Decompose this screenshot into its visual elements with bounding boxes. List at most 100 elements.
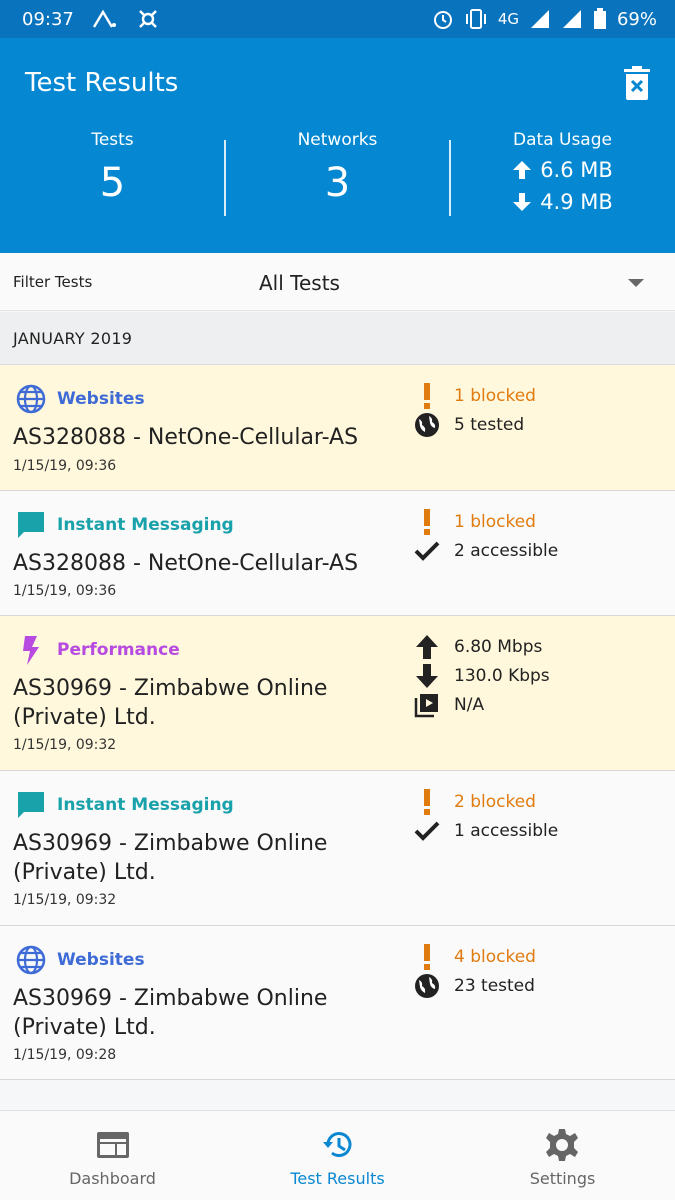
nav-dashboard-label: Dashboard <box>69 1169 156 1188</box>
blocked-count: 1 blocked <box>454 511 536 532</box>
battery-icon <box>593 8 606 29</box>
nav-settings[interactable]: Settings <box>450 1111 675 1200</box>
category-label: Websites <box>57 389 145 409</box>
signal-icon-2 <box>562 10 581 28</box>
tested-count: 23 tested <box>454 975 535 996</box>
test-result-item[interactable]: Instant Messaging AS328088 - NetOne-Cell… <box>0 491 675 616</box>
test-category: Websites <box>15 944 145 976</box>
bottom-navigation: Dashboard Test Results Settings <box>0 1110 675 1200</box>
test-result-item[interactable]: Instant Messaging AS30969 - Zimbabwe Onl… <box>0 771 675 926</box>
download-speed: 130.0 Kbps <box>454 665 550 686</box>
arrow-down-icon <box>416 663 438 688</box>
category-label: Instant Messaging <box>57 795 234 815</box>
video-quality: N/A <box>454 694 485 715</box>
network-name: AS30969 - Zimbabwe Online (Private) Ltd. <box>13 986 328 1040</box>
earth-icon <box>415 412 439 437</box>
network-type: 4G <box>497 10 519 28</box>
checkmark-icon <box>414 541 440 561</box>
exclamation-icon <box>424 788 430 815</box>
arrow-up-icon <box>416 634 438 659</box>
data-usage-label: Data Usage <box>513 130 612 150</box>
results-header: Test Results Tests 5 Networks 3 Data Usa… <box>0 38 675 253</box>
networks-label: Networks <box>297 130 378 150</box>
networks-value: 3 <box>324 160 351 206</box>
arrow-down-icon <box>513 193 532 211</box>
upload-usage: 6.6 MB <box>450 158 675 182</box>
test-category: Websites <box>15 383 145 415</box>
battery-level: 69% <box>616 8 657 30</box>
category-label: Performance <box>57 640 180 660</box>
test-result-item[interactable]: Performance AS30969 - Zimbabwe Online (P… <box>0 616 675 771</box>
alarm-icon <box>433 11 452 29</box>
filter-label: Filter Tests <box>13 273 93 291</box>
data-usage-stat: Data Usage 6.6 MB 4.9 MB <box>450 130 675 214</box>
test-category: Instant Messaging <box>15 509 234 541</box>
network-name: AS328088 - NetOne-Cellular-AS <box>13 425 359 450</box>
test-category: Instant Messaging <box>15 789 234 821</box>
test-summary: 2 blocked 1 accessible <box>413 787 558 845</box>
delete-results-icon[interactable] <box>622 66 652 100</box>
tested-count: 5 tested <box>454 414 525 435</box>
network-name: AS30969 - Zimbabwe Online (Private) Ltd. <box>13 676 328 730</box>
nav-test-results[interactable]: Test Results <box>225 1111 450 1200</box>
network-name: AS328088 - NetOne-Cellular-AS <box>13 551 359 576</box>
exclamation-icon <box>424 508 430 535</box>
stats-summary: Tests 5 Networks 3 Data Usage 6.6 MB 4.9… <box>0 130 675 230</box>
page-title: Test Results <box>25 68 179 98</box>
test-category: Performance <box>15 634 180 666</box>
blocked-count: 1 blocked <box>454 385 536 406</box>
accessible-count: 2 accessible <box>454 540 559 561</box>
earth-icon <box>415 973 439 998</box>
vibrate-icon <box>465 9 486 29</box>
status-time: 09:37 <box>22 8 74 30</box>
video-library-icon <box>414 693 438 717</box>
globe-icon <box>16 384 46 414</box>
filter-tests-select[interactable]: Filter Tests All Tests <box>0 253 675 311</box>
dashboard-icon <box>97 1132 129 1158</box>
chat-bubble-icon <box>18 792 44 818</box>
blocked-count: 4 blocked <box>454 946 536 967</box>
nav-settings-label: Settings <box>529 1169 596 1188</box>
tests-value: 5 <box>99 160 126 206</box>
category-label: Instant Messaging <box>57 515 234 535</box>
month-title: JANUARY 2019 <box>13 329 133 348</box>
history-icon <box>323 1132 352 1157</box>
dropdown-caret-icon[interactable] <box>628 279 644 287</box>
tests-label: Tests <box>91 130 134 150</box>
arrow-up-icon <box>513 161 532 179</box>
test-summary: 4 blocked 23 tested <box>413 942 536 1000</box>
accessible-count: 1 accessible <box>454 820 559 841</box>
performance-summary: 6.80 Mbps 130.0 Kbps N/A <box>413 632 550 719</box>
test-timestamp: 1/15/19, 09:32 <box>13 737 117 753</box>
test-timestamp: 1/15/19, 09:28 <box>13 1047 117 1063</box>
checkmark-icon <box>414 821 440 841</box>
exclamation-icon <box>424 943 430 970</box>
lightning-bolt-icon <box>23 636 39 665</box>
chat-bubble-icon <box>18 512 44 538</box>
test-result-item[interactable]: Websites AS328088 - NetOne-Cellular-AS 1… <box>0 365 675 491</box>
filter-value[interactable]: All Tests <box>259 271 340 295</box>
gear-icon <box>546 1129 578 1161</box>
tests-stat: Tests 5 <box>0 130 225 206</box>
download-usage: 4.9 MB <box>450 190 675 214</box>
status-bar: 09:37 4G 69% <box>0 0 675 38</box>
upload-speed: 6.80 Mbps <box>454 636 543 657</box>
blocked-count: 2 blocked <box>454 791 536 812</box>
test-summary: 1 blocked 5 tested <box>413 381 536 439</box>
category-label: Websites <box>57 950 145 970</box>
networks-stat: Networks 3 <box>225 130 450 206</box>
exclamation-icon <box>424 382 430 409</box>
upload-value: 6.6 MB <box>540 158 613 182</box>
test-timestamp: 1/15/19, 09:32 <box>13 892 117 908</box>
test-summary: 1 blocked 2 accessible <box>413 507 558 565</box>
app-notification-icon <box>92 9 116 28</box>
nav-dashboard[interactable]: Dashboard <box>0 1111 225 1200</box>
globe-icon <box>16 945 46 975</box>
test-result-item[interactable]: Websites AS30969 - Zimbabwe Online (Priv… <box>0 926 675 1080</box>
vpn-notification-icon <box>139 10 157 28</box>
test-timestamp: 1/15/19, 09:36 <box>13 583 117 599</box>
download-value: 4.9 MB <box>540 190 613 214</box>
signal-icon <box>530 10 549 28</box>
month-section-header: JANUARY 2019 <box>0 312 675 365</box>
test-timestamp: 1/15/19, 09:36 <box>13 458 117 474</box>
